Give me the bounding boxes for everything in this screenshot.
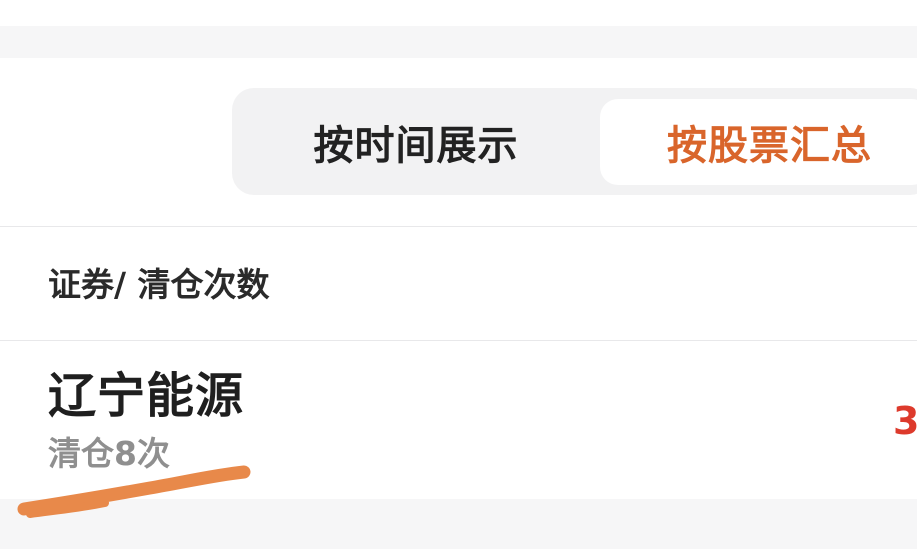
column-header: 证券/ 清仓次数 — [48, 265, 270, 304]
tab-by-time[interactable]: 按时间展示 — [232, 88, 600, 195]
top-bar — [0, 0, 917, 26]
clearance-count: 清仓8次 — [48, 434, 170, 473]
row-value: 3 — [893, 399, 917, 443]
divider — [0, 226, 917, 227]
bottom-spacer — [0, 499, 917, 549]
stock-name: 辽宁能源 — [48, 368, 245, 424]
tab-by-stock[interactable]: 按股票汇总 — [600, 99, 917, 185]
tab-by-time-label: 按时间展示 — [313, 122, 519, 169]
tab-by-stock-label: 按股票汇总 — [667, 123, 872, 169]
divider — [0, 340, 917, 341]
top-spacer — [0, 26, 917, 58]
